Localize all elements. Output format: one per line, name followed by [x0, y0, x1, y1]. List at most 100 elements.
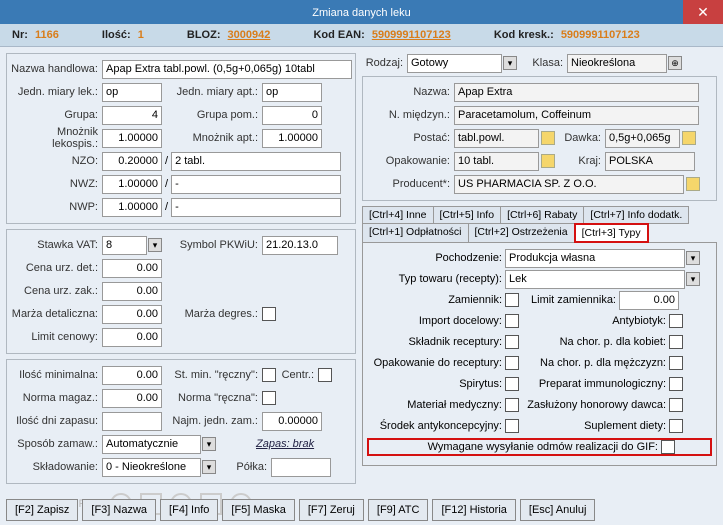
zapas-link[interactable]: Zapas: brak	[256, 438, 314, 450]
kob-check[interactable]	[669, 335, 683, 349]
rodzaj-label: Rodzaj:	[362, 57, 407, 69]
kraj-input	[605, 152, 695, 171]
tab-info-dodatk[interactable]: [Ctrl+7] Info dodatk.	[583, 206, 689, 224]
norma-r-check[interactable]	[262, 391, 276, 405]
zeruj-button[interactable]: [F7] Zeruj	[299, 499, 364, 521]
zam-check[interactable]	[505, 293, 519, 307]
grupa-pom-input[interactable]	[262, 106, 322, 125]
supl-check[interactable]	[669, 419, 683, 433]
lock-icon[interactable]	[686, 177, 700, 191]
ean-value[interactable]: 5909991107123	[372, 29, 451, 41]
rodzaj-input[interactable]	[407, 54, 502, 73]
sklad-input[interactable]	[102, 458, 201, 477]
jedn-apt-label: Jedn. miary apt.:	[162, 86, 262, 98]
poch-input[interactable]	[505, 249, 685, 268]
nwp-input[interactable]	[102, 198, 162, 217]
mat-label: Materiał medyczny:	[367, 399, 505, 411]
jedn-apt-input[interactable]	[262, 83, 322, 102]
jedn-lek-input[interactable]	[102, 83, 162, 102]
immun-label: Preparat immunologiczny:	[519, 378, 669, 390]
nwz2-input[interactable]	[171, 175, 341, 194]
mat-check[interactable]	[505, 398, 519, 412]
save-button[interactable]: [F2] Zapisz	[6, 499, 78, 521]
lock-icon[interactable]	[541, 131, 555, 145]
nazwa-h-input[interactable]	[102, 60, 352, 79]
anty-check[interactable]	[669, 314, 683, 328]
norma-r-label: Norma "ręczna":	[162, 392, 262, 404]
grupa-input[interactable]	[102, 106, 162, 125]
dropdown-icon[interactable]: ▾	[686, 272, 700, 286]
ilosc-label: Ilość:	[102, 29, 135, 41]
limzam-label: Limit zamiennika:	[519, 294, 619, 306]
gif-check[interactable]	[661, 440, 675, 454]
titlebar: Zmiana danych leku ✕	[0, 0, 723, 24]
cena-zak-input[interactable]	[102, 282, 162, 301]
cancel-button[interactable]: [Esc] Anuluj	[520, 499, 595, 521]
najm-label: Najm. jedn. zam.:	[162, 415, 262, 427]
sklr-check[interactable]	[505, 335, 519, 349]
dropdown-icon[interactable]: ▾	[148, 238, 162, 252]
historia-button[interactable]: [F12] Historia	[432, 499, 515, 521]
najm-input[interactable]	[262, 412, 322, 431]
immun-check[interactable]	[669, 377, 683, 391]
tab-inne[interactable]: [Ctrl+4] Inne	[362, 206, 434, 224]
typ-input[interactable]	[505, 270, 685, 289]
ilosc-min-input[interactable]	[102, 366, 162, 385]
postac-input	[454, 129, 539, 148]
nzo-input[interactable]	[102, 152, 162, 171]
tab-info[interactable]: [Ctrl+5] Info	[433, 206, 502, 224]
tab-ostrzezenia[interactable]: [Ctrl+2] Ostrzeżenia	[468, 223, 575, 243]
dropdown-icon[interactable]: ▾	[202, 460, 216, 474]
tab-rabaty[interactable]: [Ctrl+6] Rabaty	[500, 206, 584, 224]
dropdown-icon[interactable]: ▾	[503, 56, 517, 70]
ilosc-value: 1	[138, 29, 144, 41]
pkwiu-input[interactable]	[262, 236, 338, 255]
zasl-check[interactable]	[669, 398, 683, 412]
marza-d-input[interactable]	[102, 305, 162, 324]
expand-icon[interactable]: ⊕	[668, 56, 682, 70]
nwp2-input[interactable]	[171, 198, 341, 217]
lock-icon[interactable]	[682, 131, 696, 145]
ilosc-dni-input[interactable]	[102, 412, 162, 431]
nzo2-input[interactable]	[171, 152, 341, 171]
limit-input[interactable]	[102, 328, 162, 347]
info-button[interactable]: [F4] Info	[160, 499, 218, 521]
zasl-label: Zasłużony honorowy dawca:	[519, 399, 669, 411]
limzam-input[interactable]	[619, 291, 679, 310]
mez-check[interactable]	[669, 356, 683, 370]
vat-input[interactable]	[102, 236, 147, 255]
grupa-pom-label: Grupa pom.:	[162, 109, 262, 121]
nwz-label: NWZ:	[10, 178, 102, 190]
atc-button[interactable]: [F9] ATC	[368, 499, 429, 521]
srod-check[interactable]	[505, 419, 519, 433]
centr-check[interactable]	[318, 368, 332, 382]
sposob-label: Sposób zamaw.:	[10, 438, 102, 450]
mez-label: Na chor. p. dla mężczyzn:	[519, 357, 669, 369]
dropdown-icon[interactable]: ▾	[202, 437, 216, 451]
mnoz-lek-input[interactable]	[102, 129, 162, 148]
imp-check[interactable]	[505, 314, 519, 328]
tab-odplatnosci[interactable]: [Ctrl+1] Odpłatności	[362, 223, 469, 243]
dawka-input	[605, 129, 680, 148]
cena-det-input[interactable]	[102, 259, 162, 278]
opakr-check[interactable]	[505, 356, 519, 370]
lock-icon[interactable]	[541, 154, 555, 168]
dropdown-icon[interactable]: ▾	[686, 251, 700, 265]
st-min-check[interactable]	[262, 368, 276, 382]
bloz-value[interactable]: 3000942	[228, 29, 271, 41]
pkwiu-label: Symbol PKWiU:	[162, 239, 262, 251]
close-button[interactable]: ✕	[683, 0, 723, 24]
nwz-input[interactable]	[102, 175, 162, 194]
marza-deg-label: Marża degres.:	[162, 308, 262, 320]
norma-mag-input[interactable]	[102, 389, 162, 408]
maska-button[interactable]: [F5] Maska	[222, 499, 294, 521]
spir-check[interactable]	[505, 377, 519, 391]
polka-input[interactable]	[271, 458, 331, 477]
marza-deg-check[interactable]	[262, 307, 276, 321]
mnoz-apt-input[interactable]	[262, 129, 322, 148]
ean-label: Kod EAN:	[313, 29, 368, 41]
nazwa-button[interactable]: [F3] Nazwa	[82, 499, 156, 521]
srod-label: Środek antykoncepcyjny:	[367, 420, 505, 432]
tab-typy[interactable]: [Ctrl+3] Typy	[574, 223, 649, 243]
sposob-input[interactable]	[102, 435, 201, 454]
